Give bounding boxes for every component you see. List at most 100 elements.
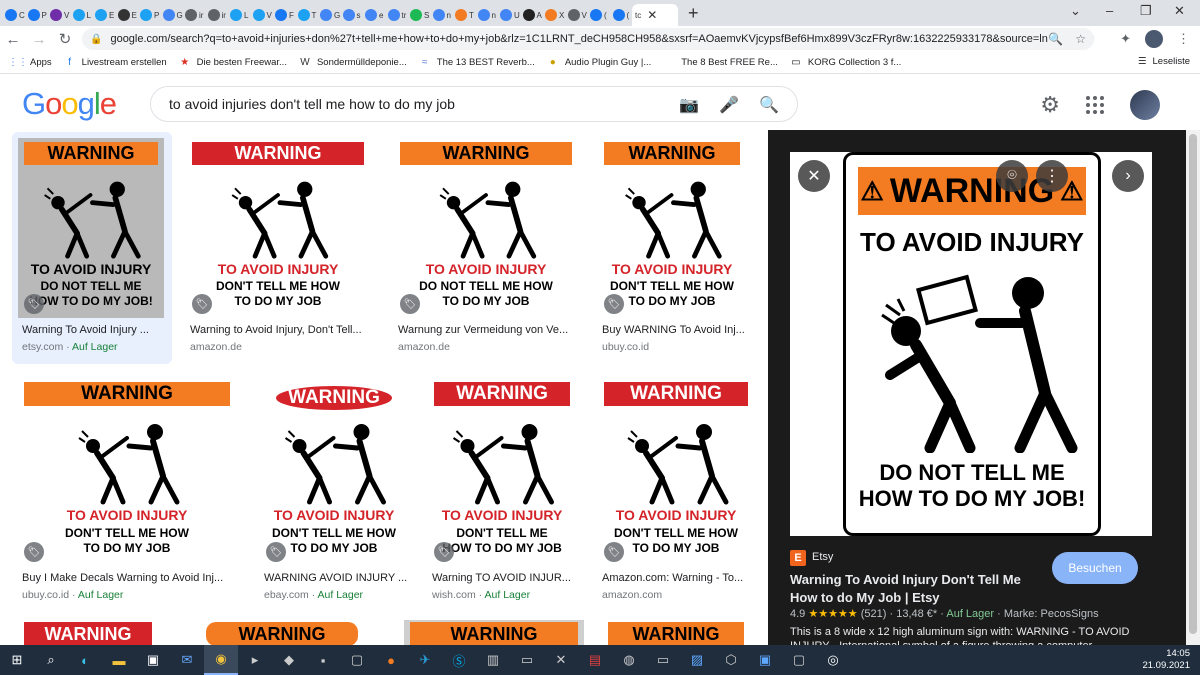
- page-scrollbar[interactable]: [1186, 130, 1200, 645]
- result-thumbnail[interactable]: WARNING TO AVOID INJURY DON'T TELL ME HOW T…: [598, 138, 746, 318]
- browser-tab[interactable]: tr: [385, 4, 408, 26]
- screen-icon[interactable]: ▭: [646, 645, 680, 675]
- browser-tab[interactable]: n: [430, 4, 453, 26]
- preview-title[interactable]: Warning To Avoid Injury Don't Tell Me Ho…: [790, 571, 1050, 607]
- app-icon[interactable]: ▥: [476, 645, 510, 675]
- reading-list[interactable]: ☰ Leseliste: [1138, 56, 1190, 67]
- profile-avatar[interactable]: [1145, 30, 1163, 48]
- address-bar[interactable]: 🔒 google.com/search?q=to+avoid+injuries+…: [82, 28, 1094, 50]
- bookmark-star-icon[interactable]: ☆: [1075, 32, 1086, 46]
- result-title[interactable]: Buy I Make Decals Warning to Avoid Inj..…: [22, 572, 238, 584]
- browser-tab[interactable]: P: [137, 4, 160, 26]
- result-title[interactable]: Warnung zur Vermeidung von Ve...: [398, 324, 580, 336]
- settings-gear-icon[interactable]: ⚙: [1040, 92, 1060, 118]
- result-thumbnail[interactable]: WARNING TO AVOID INJURY DON'T TELL ME HOW T…: [428, 378, 576, 566]
- browser-tab[interactable]: X: [542, 4, 565, 26]
- chrome-icon[interactable]: ◉: [204, 645, 238, 675]
- result-title[interactable]: Amazon.com: Warning - To...: [602, 572, 748, 584]
- image-result-card[interactable]: WARNING TO AVOID INJURY DON'T TELL ME HOW T…: [12, 372, 242, 612]
- telegram-icon[interactable]: ✈: [408, 645, 442, 675]
- browser-tab[interactable]: (: [587, 4, 610, 26]
- browser-tab[interactable]: F: [272, 4, 295, 26]
- bookmark-item[interactable]: ▭ KORG Collection 3 f...: [790, 57, 901, 69]
- browser-tab[interactable]: U: [497, 4, 520, 26]
- browser-tab[interactable]: S: [407, 4, 430, 26]
- next-image-button[interactable]: ›: [1112, 160, 1144, 192]
- bookmark-item[interactable]: f Livestream erstellen: [64, 57, 166, 69]
- box-icon[interactable]: ⬡: [714, 645, 748, 675]
- browser-tab[interactable]: E: [92, 4, 115, 26]
- preview-image[interactable]: ⚠ WARNING ⚠ TO AVOID INJURY DO NOT TELL …: [790, 152, 1152, 536]
- camera-icon[interactable]: 📷: [679, 95, 699, 115]
- system-clock[interactable]: 14:05 21.09.2021: [1142, 648, 1190, 672]
- image-result-card[interactable]: WARNING TO AVOID INJURY DON'T TELL ME HOW T…: [180, 132, 376, 364]
- mail-icon[interactable]: ✉: [170, 645, 204, 675]
- browser-tab[interactable]: T: [295, 4, 318, 26]
- remote-icon[interactable]: ▣: [748, 645, 782, 675]
- bookmark-item[interactable]: The 8 Best FREE Re...: [663, 57, 778, 69]
- result-thumbnail[interactable]: WARNING TO AVOID INJURY DON'T TELL ME HOW T…: [186, 138, 370, 318]
- browser-tab[interactable]: (: [610, 4, 633, 26]
- microphone-icon[interactable]: 🎤: [719, 95, 739, 115]
- app-icon[interactable]: ▢: [782, 645, 816, 675]
- image-result-card[interactable]: WARNING TO AVOID INJURY DON'T TELL ME HOW T…: [592, 372, 754, 612]
- scrollbar-thumb[interactable]: [1189, 134, 1197, 634]
- browser-tab[interactable]: C: [2, 4, 25, 26]
- result-thumbnail[interactable]: WARNING TO AVOID INJURY DO NOT TELL ME HOW …: [18, 138, 164, 318]
- file-explorer-icon[interactable]: ▬: [102, 645, 136, 675]
- result-thumbnail[interactable]: WARNING TO AVOID INJURY DO NOT TELL ME HOW…: [394, 138, 578, 318]
- result-thumbnail[interactable]: WARNING: [178, 620, 386, 645]
- browser-tab[interactable]: L: [227, 4, 250, 26]
- skype-icon[interactable]: Ⓢ: [442, 645, 476, 675]
- zoom-icon[interactable]: 🔍: [1048, 32, 1063, 46]
- app-icon[interactable]: ▸: [238, 645, 272, 675]
- result-thumbnail[interactable]: WARNING TO AVOID INJURY DON'T TELL ME HOW T…: [260, 378, 408, 566]
- bookmark-item[interactable]: ● Audio Plugin Guy |...: [547, 57, 651, 69]
- lens-button[interactable]: ⌾: [996, 160, 1028, 192]
- result-title[interactable]: Buy WARNING To Avoid Inj...: [602, 324, 748, 336]
- app-icon[interactable]: ◆: [272, 645, 306, 675]
- image-result-card[interactable]: WARNING TO AVOID INJURY DO NOT TELL ME HOW …: [12, 132, 172, 364]
- minimize-icon[interactable]: –: [1106, 3, 1113, 18]
- close-window-icon[interactable]: ✕: [1174, 3, 1185, 19]
- forward-icon[interactable]: →: [26, 31, 52, 48]
- bookmark-item[interactable]: ★ Die besten Freewar...: [179, 57, 287, 69]
- browser-tab[interactable]: V: [250, 4, 273, 26]
- more-options-button[interactable]: ⋮: [1036, 160, 1068, 192]
- extensions-icon[interactable]: ✦: [1120, 31, 1131, 47]
- browser-tab[interactable]: G: [160, 4, 183, 26]
- browser-tab[interactable]: G: [317, 4, 340, 26]
- browser-tab[interactable]: n: [475, 4, 498, 26]
- app-icon[interactable]: ◍: [612, 645, 646, 675]
- result-thumbnail[interactable]: WARNING: [404, 620, 584, 645]
- edge-icon[interactable]: ◐: [68, 645, 102, 675]
- voicemeeter-icon[interactable]: ▤: [578, 645, 612, 675]
- close-preview-button[interactable]: ✕: [798, 160, 830, 192]
- result-title[interactable]: WARNING AVOID INJURY ...: [264, 572, 408, 584]
- result-thumbnail[interactable]: WARNING: [602, 620, 750, 645]
- image-result-card[interactable]: WARNING TO AVOID INJURY DO NOT TELL ME HOW…: [388, 132, 584, 364]
- back-icon[interactable]: ←: [0, 31, 26, 48]
- windows-start-icon[interactable]: ⊞: [0, 645, 34, 675]
- browser-tab[interactable]: V: [565, 4, 588, 26]
- browser-tab[interactable]: e: [362, 4, 385, 26]
- browser-tab[interactable]: ir: [182, 4, 205, 26]
- browser-tab[interactable]: E: [115, 4, 138, 26]
- search-box[interactable]: to avoid injuries don't tell me how to d…: [150, 86, 798, 122]
- quickbooks-icon[interactable]: ●: [374, 645, 408, 675]
- live-icon[interactable]: ▪: [306, 645, 340, 675]
- app-icon[interactable]: ✕: [544, 645, 578, 675]
- kali-icon[interactable]: ▭: [510, 645, 544, 675]
- browser-tab[interactable]: A: [520, 4, 543, 26]
- apps-grid-icon[interactable]: [1086, 96, 1104, 114]
- browser-tab[interactable]: P: [25, 4, 48, 26]
- reload-icon[interactable]: ↻: [52, 30, 78, 48]
- bookmark-item[interactable]: ⋮⋮ Apps: [8, 57, 52, 69]
- bookmark-item[interactable]: W Sondermülldeponie...: [299, 57, 407, 69]
- browser-tab[interactable]: T: [452, 4, 475, 26]
- bookmark-item[interactable]: ≈ The 13 BEST Reverb...: [419, 57, 535, 69]
- app-icon[interactable]: ▢: [340, 645, 374, 675]
- obs-icon[interactable]: ◎: [816, 645, 850, 675]
- result-thumbnail[interactable]: WARNING TO AVOID INJURY DON'T TELL ME HOW T…: [18, 378, 236, 566]
- tab-search-icon[interactable]: ⌄: [1070, 3, 1081, 19]
